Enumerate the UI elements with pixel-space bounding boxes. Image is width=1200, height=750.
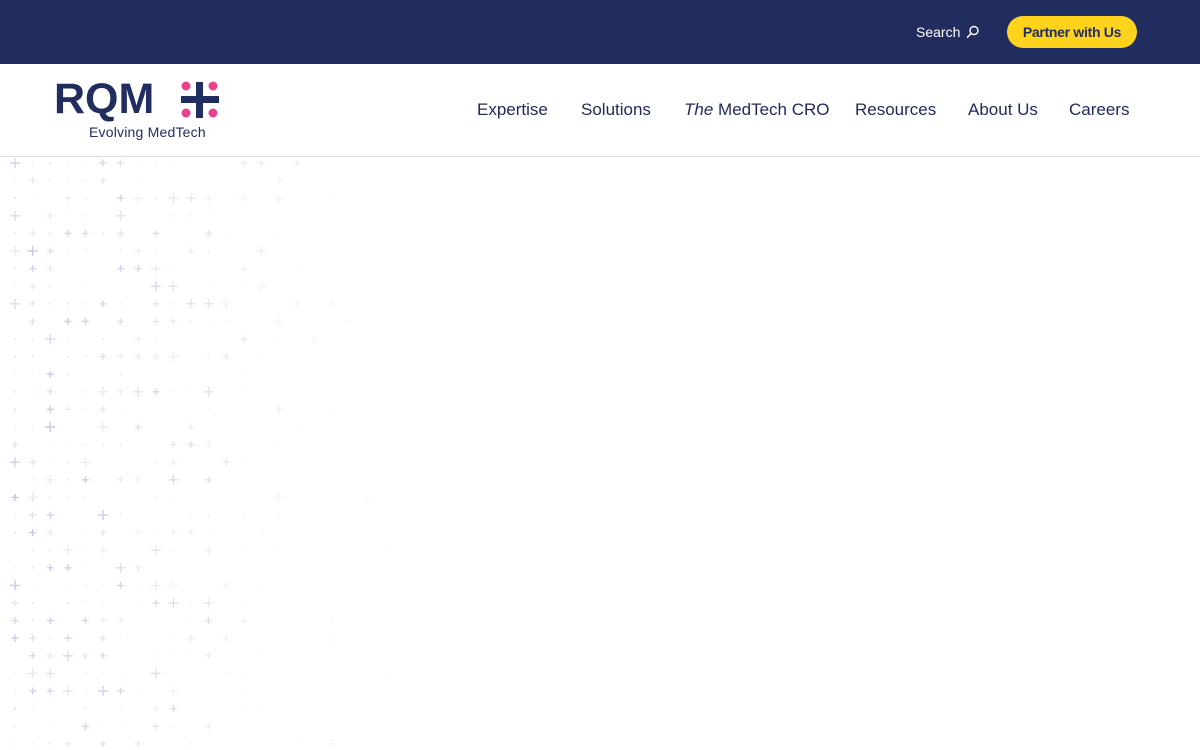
nav-label: Solutions [581,100,651,119]
nav-item-expertise[interactable]: Expertise [477,100,548,120]
nav-label: About Us [968,100,1038,119]
nav-prefix: The [684,100,714,119]
search-icon [966,25,980,39]
nav-item-about-us[interactable]: About Us [968,100,1038,120]
search-label: Search [916,24,961,40]
nav-item-solutions[interactable]: Solutions [581,100,651,120]
logo[interactable]: RQM Evolving MedTech [54,78,224,142]
nav-label: Expertise [477,100,548,119]
utility-bar: Search Partner with Us [0,0,1200,64]
nav-label: Resources [855,100,937,119]
nav-item-careers[interactable]: Careers [1069,100,1129,120]
nav-label: MedTech CRO [718,100,830,119]
logo-wordmark: RQM [54,75,155,123]
logo-tagline: Evolving MedTech [89,124,206,140]
search-link[interactable]: Search [916,22,980,42]
nav-label: Careers [1069,100,1130,119]
logo-plus-mark [181,81,219,118]
nav-item-resources[interactable]: Resources [855,100,936,120]
main-header: RQM Evolving MedTech Expertise Solutions… [0,64,1200,157]
partner-with-us-button[interactable]: Partner with Us [1007,16,1137,48]
plus-dot-background-pattern [10,158,351,748]
nav-item-medtech-cro[interactable]: The MedTech CRO [684,100,830,120]
